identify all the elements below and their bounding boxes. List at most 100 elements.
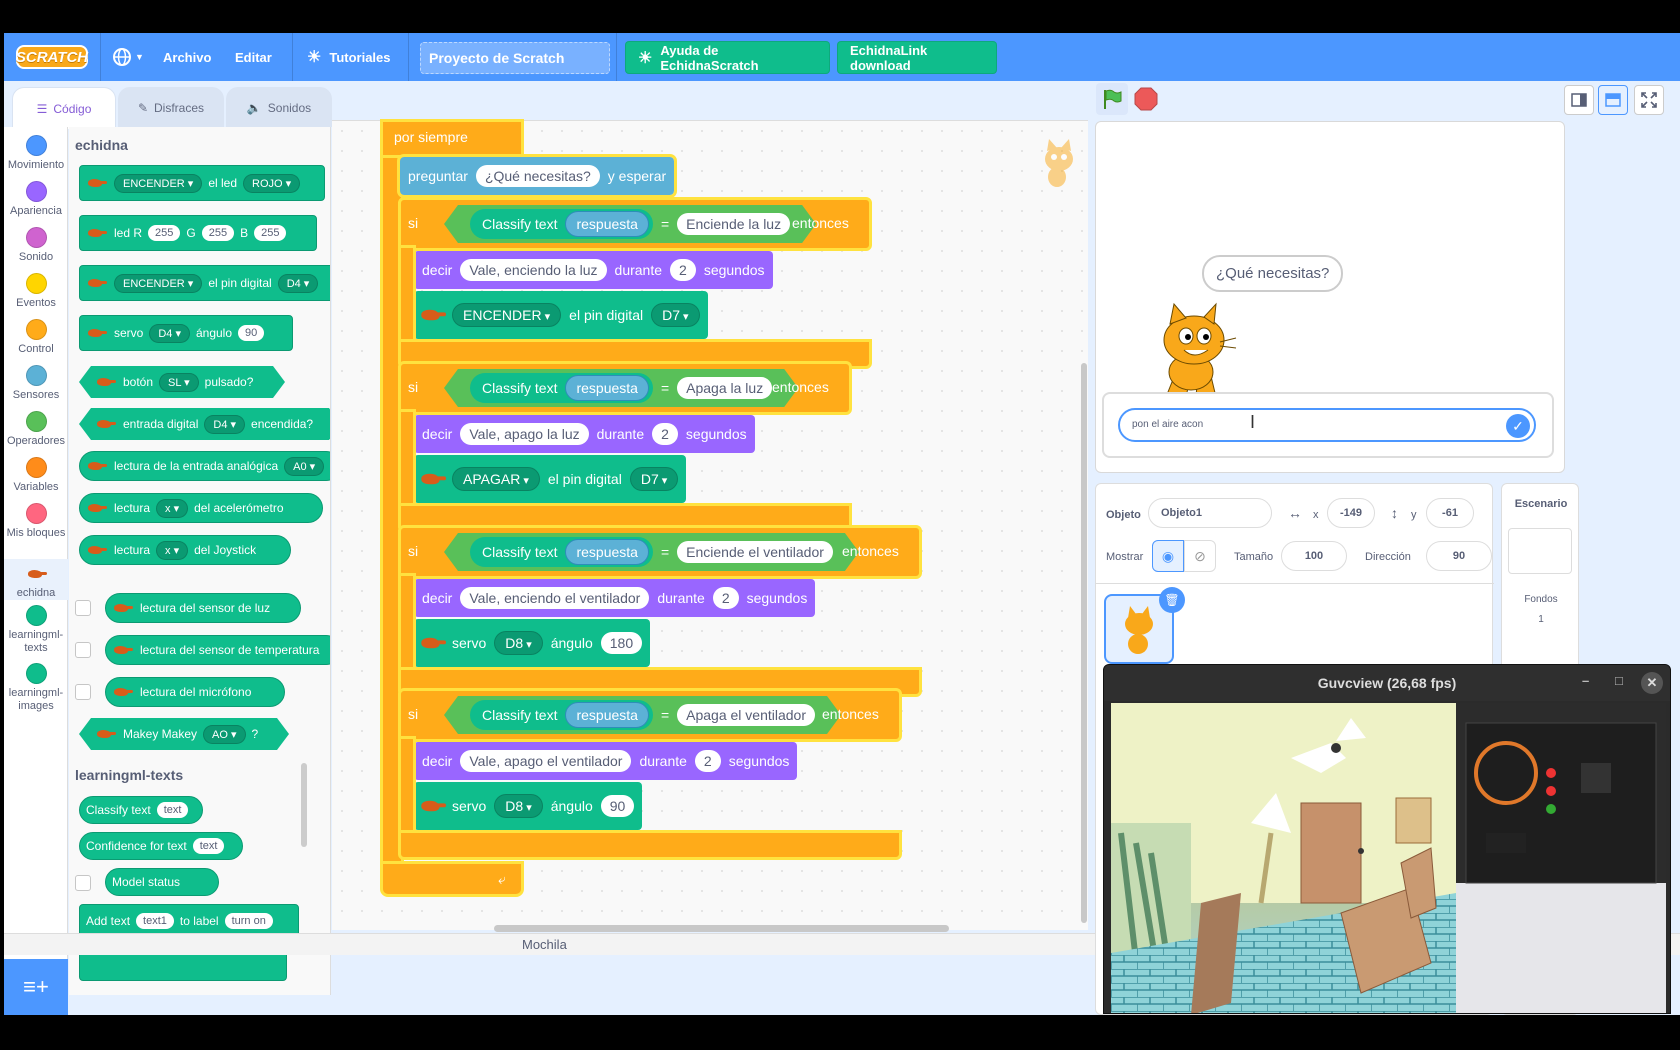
minimize-icon[interactable]: – xyxy=(1582,673,1589,688)
block-dropdown[interactable]: ROJO xyxy=(243,173,301,193)
category-learningml-images[interactable]: learningml-images xyxy=(4,659,68,713)
block-number-input[interactable]: 90 xyxy=(238,325,265,341)
secs-input[interactable]: 2 xyxy=(694,750,721,772)
say-for-secs-block[interactable]: decir Vale, apago la luz durante 2 segundos xyxy=(414,415,755,453)
block-dropdown[interactable]: AO xyxy=(203,725,245,744)
match-text-input[interactable]: Enciende la luz xyxy=(677,213,790,235)
guvcview-titlebar[interactable]: Guvcview (26,68 fps) – □ ✕ xyxy=(1104,665,1670,701)
match-text-input[interactable]: Apaga la luz xyxy=(677,377,772,399)
category-apariencia[interactable]: Apariencia xyxy=(4,177,68,218)
block-text-input[interactable]: turn on xyxy=(224,913,273,929)
large-stage-button[interactable] xyxy=(1598,85,1628,115)
monitor-checkbox[interactable] xyxy=(75,875,91,891)
answer-reporter[interactable]: respuesta xyxy=(565,375,648,401)
answer-reporter[interactable]: respuesta xyxy=(565,539,648,565)
delete-sprite-button[interactable]: 🗑 xyxy=(1159,587,1185,613)
say-text-input[interactable]: Vale, enciendo la luz xyxy=(460,259,607,281)
category-operadores[interactable]: Operadores xyxy=(4,407,68,448)
category-sensores[interactable]: Sensores xyxy=(4,361,68,402)
say-text-input[interactable]: Vale, enciendo el ventilador xyxy=(460,587,650,609)
secs-input[interactable]: 2 xyxy=(652,423,678,445)
say-for-secs-block[interactable]: decir Vale, apago el ventilador durante 2 se… xyxy=(414,742,798,780)
block-dropdown[interactable]: D4 xyxy=(204,415,245,434)
say-text-input[interactable]: Vale, apago el ventilador xyxy=(460,750,632,772)
palette-block-button-pressed[interactable]: botón SL pulsado? xyxy=(79,366,285,398)
hide-button[interactable]: ⊘ xyxy=(1184,540,1216,572)
script-area[interactable]: por siempre ⤶ preguntar ¿Qué necesitas? y es… xyxy=(332,119,1088,930)
block-dropdown[interactable]: x xyxy=(156,540,189,560)
echidna-action-block[interactable]: APAGAR el pin digital D7 xyxy=(414,455,687,503)
block-dropdown[interactable]: D4 xyxy=(277,273,319,293)
palette-block-analog-input[interactable]: lectura de la entrada analógica A0 xyxy=(79,451,330,481)
green-flag-button[interactable] xyxy=(1096,83,1128,115)
block-number-input[interactable]: 255 xyxy=(201,225,235,241)
ayuda-echidna-button[interactable]: ☀ Ayuda de EchidnaScratch xyxy=(625,41,830,74)
action-dropdown[interactable]: ENCENDER xyxy=(452,303,562,327)
menu-tutoriales[interactable]: ☀ Tutoriales xyxy=(307,33,391,81)
palette-block-confidence[interactable]: Confidence for text text xyxy=(79,832,243,860)
close-icon[interactable]: ✕ xyxy=(1641,672,1663,694)
tab-codigo[interactable]: ☰ Código xyxy=(12,87,116,129)
equals-condition[interactable]: Classify text respuesta = Enciende el venti… xyxy=(444,533,859,571)
category-variables[interactable]: Variables xyxy=(4,453,68,494)
equals-condition[interactable]: Classify text respuesta = Enciende la luz xyxy=(444,205,816,243)
say-text-input[interactable]: Vale, apago la luz xyxy=(460,423,589,445)
action-dropdown[interactable]: APAGAR xyxy=(452,467,540,491)
sprite-name-input[interactable]: Objeto1 xyxy=(1148,498,1272,528)
palette-block-model-status[interactable]: Model status xyxy=(105,868,219,896)
size-input[interactable]: 100 xyxy=(1281,541,1347,571)
block-dropdown[interactable]: D4 xyxy=(149,323,190,343)
palette-block-led-rgb[interactable]: led R 255 G 255 B 255 xyxy=(79,215,317,251)
angle-input[interactable]: 90 xyxy=(600,795,635,817)
add-extension-button[interactable]: ≡+ xyxy=(4,959,68,1015)
small-stage-button[interactable] xyxy=(1564,85,1594,115)
palette-block-digital-pin[interactable]: ENCENDER el pin digital D4 xyxy=(79,265,330,301)
secs-input[interactable]: 2 xyxy=(670,259,696,281)
ask-and-wait-block[interactable]: preguntar ¿Qué necesitas? y esperar xyxy=(396,154,678,198)
palette-block-light-sensor[interactable]: lectura del sensor de luz xyxy=(105,593,301,623)
palette-block-temp-sensor[interactable]: lectura del sensor de temperatura xyxy=(105,635,330,665)
block-number-input[interactable]: 255 xyxy=(254,225,287,241)
echidna-action-block[interactable]: servo D8 ángulo 90 xyxy=(414,782,643,830)
menu-editar[interactable]: Editar xyxy=(235,33,272,81)
echidna-action-block[interactable]: servo D8 ángulo 180 xyxy=(414,619,651,667)
stop-button[interactable] xyxy=(1134,87,1158,111)
direction-input[interactable]: 90 xyxy=(1426,541,1492,571)
backdrop-thumbnail[interactable] xyxy=(1508,528,1572,574)
monitor-checkbox[interactable] xyxy=(75,684,91,700)
pin-dropdown[interactable]: D7 xyxy=(651,303,700,327)
block-dropdown[interactable]: x xyxy=(156,498,189,518)
stage[interactable]: ¿Qué necesitas? pon el aire acon I ✓ xyxy=(1095,121,1565,473)
category-movimiento[interactable]: Movimiento xyxy=(4,131,68,172)
palette-block-makey-makey[interactable]: Makey Makey AO ? xyxy=(79,718,289,750)
category-echidna[interactable]: echidna xyxy=(4,559,68,600)
block-dropdown[interactable]: A0 xyxy=(284,456,325,476)
match-text-input[interactable]: Apaga el ventilador xyxy=(677,704,815,726)
scratch-logo[interactable]: SCRATCH xyxy=(16,45,88,69)
echidnalink-download-button[interactable]: EchidnaLink download xyxy=(837,41,997,74)
palette-block-joystick[interactable]: lectura x del Joystick xyxy=(79,535,291,565)
block-text-input[interactable]: text1 xyxy=(136,913,174,929)
answer-reporter[interactable]: respuesta xyxy=(565,702,648,728)
palette-block-accelerometer[interactable]: lectura x del acelerómetro xyxy=(79,493,323,523)
fullscreen-button[interactable] xyxy=(1634,85,1664,115)
block-dropdown[interactable]: ENCENDER xyxy=(114,273,203,293)
block-dropdown[interactable]: ENCENDER xyxy=(114,173,203,193)
echidna-action-block[interactable]: ENCENDER el pin digital D7 xyxy=(414,291,708,339)
palette-block-led-on[interactable]: ENCENDER el led ROJO xyxy=(79,165,325,201)
x-input[interactable]: -149 xyxy=(1327,498,1375,528)
angle-input[interactable]: 180 xyxy=(600,632,643,654)
sprite-cat[interactable] xyxy=(1136,302,1246,402)
classify-text-reporter[interactable]: Classify text respuesta xyxy=(470,373,653,403)
category-eventos[interactable]: Eventos xyxy=(4,269,68,310)
pin-dropdown[interactable]: D8 xyxy=(494,794,543,818)
palette-block-partial[interactable] xyxy=(79,951,287,981)
block-dropdown[interactable]: SL xyxy=(159,373,199,392)
menu-archivo[interactable]: Archivo xyxy=(163,33,211,81)
answer-reporter[interactable]: respuesta xyxy=(565,211,648,237)
maximize-icon[interactable]: □ xyxy=(1615,673,1623,688)
answer-input[interactable]: pon el aire acon xyxy=(1118,408,1536,442)
pin-dropdown[interactable]: D7 xyxy=(629,467,679,491)
category-mis-bloques[interactable]: Mis bloques xyxy=(4,499,68,540)
secs-input[interactable]: 2 xyxy=(712,587,739,609)
